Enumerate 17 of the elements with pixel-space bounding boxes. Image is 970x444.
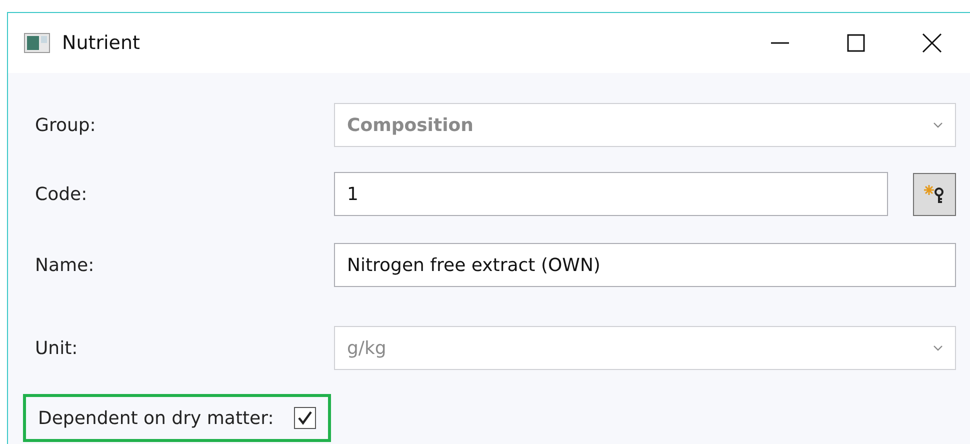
close-icon: [921, 32, 943, 54]
checkbox-label: Dependent on dry matter:: [38, 408, 274, 428]
field-label: Code:: [35, 184, 88, 204]
app-icon: [24, 33, 50, 53]
chevron-icon: [933, 345, 943, 351]
checkbox[interactable]: [294, 407, 316, 429]
key-icon: [922, 183, 946, 205]
input-field[interactable]: 1: [334, 172, 888, 216]
field-label: Group:: [35, 114, 97, 136]
key-button[interactable]: [913, 172, 956, 216]
chevron-icon: [933, 122, 943, 128]
window-title: Nutrient: [62, 32, 140, 54]
field-label: Name:: [35, 254, 96, 276]
maximize-icon: [845, 32, 867, 54]
input-field[interactable]: Nitrogen free extract (OWN): [334, 243, 956, 287]
minimize-icon: [771, 42, 789, 44]
field-label: Unit:: [35, 338, 79, 358]
